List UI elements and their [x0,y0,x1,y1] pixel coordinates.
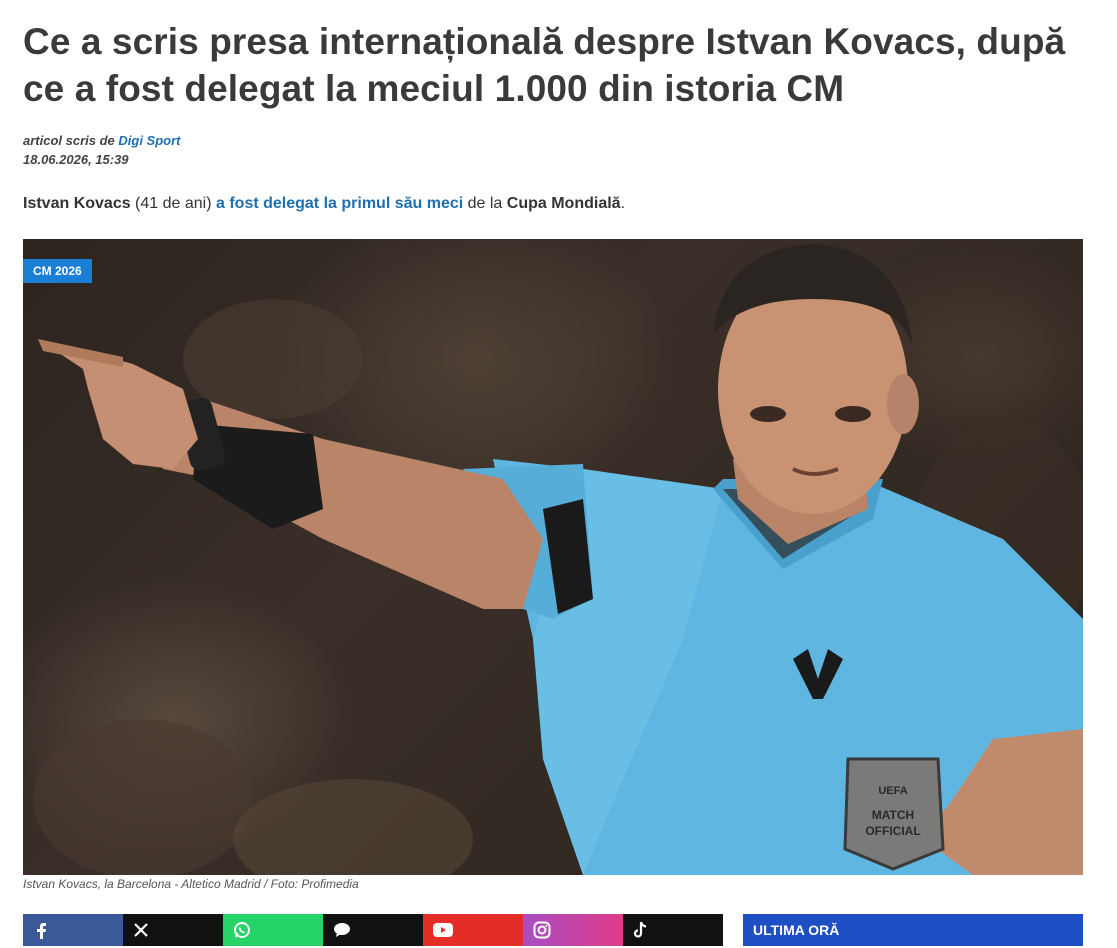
photo-caption: Istvan Kovacs, la Barcelona - Altetico M… [23,877,359,891]
byline: articol scris de Digi Sport 18.06.2026, … [23,131,181,169]
share-youtube-button[interactable] [423,914,523,946]
article-title: Ce a scris presa internațională despre I… [23,21,1066,109]
article-photo[interactable]: UEFA MATCH OFFICIAL CM 2026 [23,239,1083,875]
lead-age: (41 de ani) [130,195,216,212]
share-whatsapp-button[interactable] [223,914,323,946]
share-x-button[interactable] [123,914,223,946]
patch-match-text: MATCH [872,808,914,822]
instagram-icon [533,921,551,939]
share-instagram-button[interactable] [523,914,623,946]
share-message-button[interactable] [323,914,423,946]
share-tiktok-button[interactable] [623,914,723,946]
article-lead: Istvan Kovacs (41 de ani) a fost delegat… [23,193,625,215]
byline-prefix: articol scris de [23,133,119,148]
lead-middle: de la [463,195,507,212]
referee-illustration: UEFA MATCH OFFICIAL [33,244,1083,875]
whatsapp-icon [234,922,250,938]
facebook-icon [37,923,46,939]
x-icon [134,923,148,937]
share-facebook-button[interactable] [23,914,123,946]
lead-competition: Cupa Mondială [506,195,621,212]
share-bar [23,914,723,946]
message-icon [334,923,350,937]
ultima-ora-header[interactable]: ULTIMA ORĂ [743,914,1083,946]
lead-link[interactable]: a fost delegat la primul său meci [216,195,463,212]
patch-uefa-text: UEFA [878,785,907,797]
publish-date: 18.06.2026, 15:39 [23,152,129,167]
lead-end: . [620,195,626,212]
lead-name: Istvan Kovacs [23,195,131,212]
author-link[interactable]: Digi Sport [118,133,180,148]
tiktok-icon [633,921,647,938]
patch-official-text: OFFICIAL [865,824,920,838]
youtube-icon [433,923,453,937]
category-badge[interactable]: CM 2026 [23,259,92,283]
